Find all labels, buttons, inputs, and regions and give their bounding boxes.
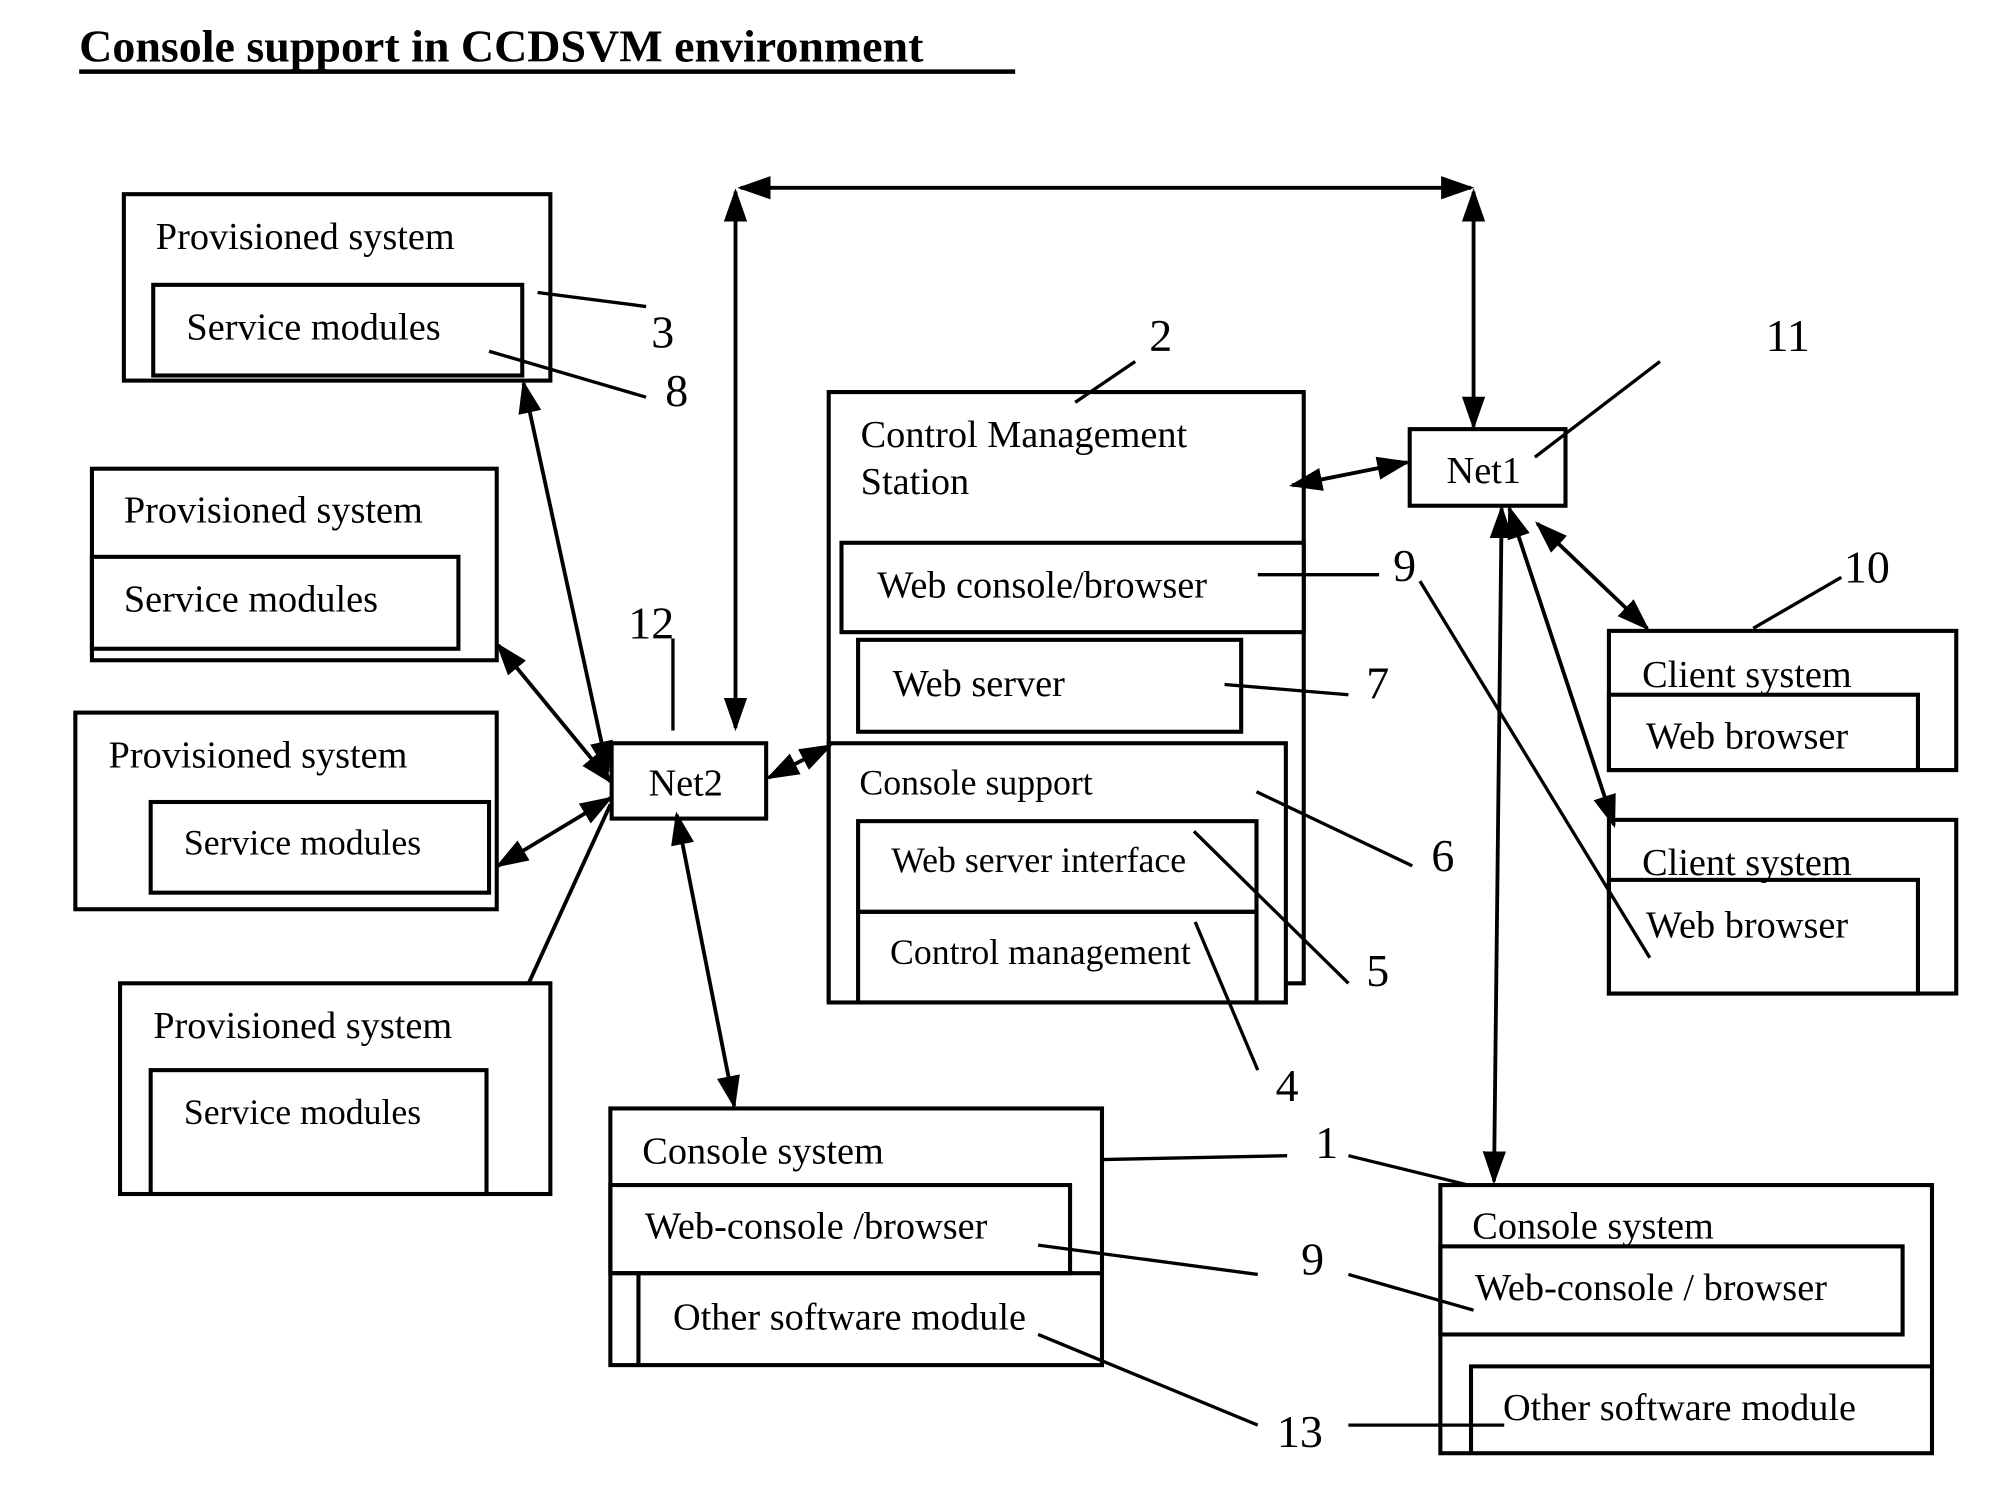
cms-title-line1: Control Management [861, 414, 1188, 456]
provisioned-system-2[interactable]: Provisioned system Service modules [89, 466, 499, 663]
net1-node[interactable]: Net1 [1407, 427, 1568, 508]
web-server-label: Web server [893, 663, 1066, 705]
net2-prov4-line [526, 803, 613, 985]
ref-13: 13 [1277, 1406, 1323, 1457]
service-modules-label: Service modules [186, 307, 440, 349]
service-modules-label: Service modules [184, 822, 421, 862]
ref-10: 10 [1844, 541, 1890, 592]
ref-12: 12 [628, 598, 674, 649]
client-system-2[interactable]: Client system Web browser [1606, 817, 1959, 996]
ref-1: 1 [1315, 1117, 1338, 1168]
provisioned-system-label: Provisioned system [109, 735, 408, 777]
console-system-left[interactable]: Console system Web-console /browser Othe… [608, 1106, 1105, 1368]
ref-9-bottom: 9 [1301, 1233, 1324, 1284]
web-browser-label: Web browser [1646, 715, 1848, 757]
ref-6: 6 [1431, 830, 1454, 881]
client-system-label: Client system [1642, 654, 1852, 696]
client-system-label: Client system [1642, 842, 1852, 884]
provisioned-system-3[interactable]: Provisioned system Service modules [73, 710, 499, 912]
net1-client1-arrow [1535, 521, 1650, 631]
control-management-label: Control management [890, 932, 1191, 972]
service-modules-label: Service modules [124, 579, 378, 621]
web-server-interface-label: Web server interface [891, 840, 1186, 880]
console-system-label: Console system [642, 1130, 884, 1172]
net1-client2-arrow [1507, 505, 1616, 829]
web-console-browser-label: Web console/browser [877, 565, 1207, 607]
web-browser-label: Web browser [1646, 904, 1848, 946]
web-console-label: Web-console /browser [645, 1206, 988, 1248]
net2-node[interactable]: Net2 [609, 741, 769, 821]
ref-3: 3 [651, 306, 674, 357]
net2-console-left-arrow [671, 811, 740, 1110]
net1-console-right-arrow [1482, 504, 1513, 1185]
cms-title-line2: Station [861, 461, 970, 503]
ref-4: 4 [1276, 1060, 1299, 1111]
client-system-1[interactable]: Client system Web browser [1606, 628, 1959, 773]
ccdsvm-console-diagram: Console support in CCDSVM environment Pr… [73, 20, 1959, 1457]
diagram-title: Console support in CCDSVM environment [79, 20, 924, 71]
web-console-label: Web-console / browser [1475, 1267, 1827, 1309]
provisioned-system-label: Provisioned system [156, 216, 455, 258]
ref-2: 2 [1149, 310, 1172, 361]
ref-7: 7 [1366, 658, 1389, 709]
net2-label: Net2 [648, 763, 722, 805]
ref-9-top: 9 [1393, 540, 1416, 591]
net1-label: Net1 [1447, 450, 1521, 492]
provisioned-system-label: Provisioned system [124, 489, 423, 531]
ref-5: 5 [1366, 945, 1389, 996]
provisioned-system-4[interactable]: Provisioned system Service modules [117, 981, 553, 1197]
ref-11: 11 [1766, 310, 1810, 361]
other-software-module-label: Other software module [1503, 1387, 1856, 1429]
service-modules-label: Service modules [184, 1092, 421, 1132]
net2-prov3-arrow [495, 796, 614, 868]
other-software-module-label: Other software module [673, 1296, 1026, 1338]
cms-net1-arrow [1288, 456, 1411, 491]
provisioned-system-1[interactable]: Provisioned system Service modules [121, 192, 553, 383]
console-system-label: Console system [1472, 1206, 1714, 1248]
console-system-right[interactable]: Console system Web-console / browser Oth… [1438, 1183, 1935, 1456]
console-support-label: Console support [859, 762, 1092, 802]
net2-cms-arrow [765, 744, 833, 780]
control-management-station[interactable]: Control Management Station Web console/b… [826, 390, 1306, 1005]
ref-8: 8 [665, 365, 688, 416]
net2-prov1-arrow [518, 379, 613, 775]
provisioned-system-label: Provisioned system [153, 1005, 452, 1047]
